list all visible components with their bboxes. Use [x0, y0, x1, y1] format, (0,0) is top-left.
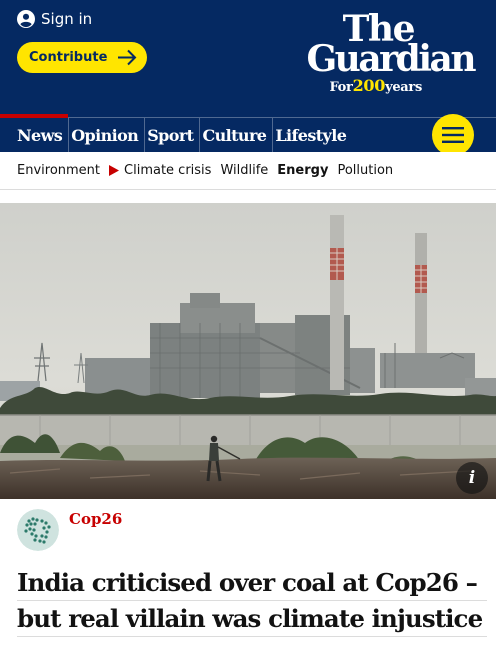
pillar-culture[interactable]: Culture [200, 118, 274, 152]
pillar-opinion[interactable]: Opinion [69, 118, 146, 152]
section-subnav: Environment Climate crisis Wildlife Ener… [0, 152, 496, 190]
subnav-wildlife[interactable]: Wildlife [220, 163, 268, 178]
series-label[interactable]: Cop26 [69, 510, 122, 528]
pillar-news-label: News [17, 125, 63, 145]
contribute-label: Contribute [29, 50, 108, 65]
pillar-lifestyle-label: Lifestyle [275, 125, 347, 145]
sign-in-link[interactable]: Sign in [17, 8, 92, 30]
logo-tagline-number: 200 [352, 76, 386, 95]
logo-tagline-prefix: For [329, 80, 353, 95]
subnav-pollution[interactable]: Pollution [337, 163, 393, 178]
headline-line-2: but real villain was climate injustice [17, 601, 487, 637]
pillar-sport-label: Sport [147, 125, 194, 145]
triangle-right-icon [109, 165, 120, 176]
pillar-opinion-label: Opinion [71, 125, 139, 145]
subnav-climate-crisis[interactable]: Climate crisis [124, 163, 211, 178]
pillar-sport[interactable]: Sport [145, 118, 201, 152]
cop26-series-icon[interactable] [17, 509, 59, 551]
guardian-logo[interactable]: The Guardian For200years [274, 10, 476, 95]
pillar-culture-label: Culture [202, 125, 267, 145]
pillar-news[interactable]: News [0, 114, 70, 152]
pillar-nav: News Opinion Sport Culture Lifestyle [0, 114, 496, 152]
logo-tagline: For200years [329, 76, 422, 95]
site-header: Sign in Contribute The Guardian For200ye… [0, 0, 496, 152]
contribute-button[interactable]: Contribute [17, 42, 147, 73]
globe-icon [17, 509, 59, 551]
coal-power-plant-photo [0, 203, 496, 499]
arrow-right-icon [118, 49, 137, 66]
user-icon [17, 10, 35, 28]
article-headline[interactable]: India criticised over coal at Cop26 – bu… [17, 565, 487, 637]
image-info-button[interactable]: i [456, 462, 488, 494]
hamburger-icon [442, 127, 464, 143]
hero-image [0, 203, 496, 499]
logo-guardian: Guardian [306, 38, 476, 80]
headline-line-1: India criticised over coal at Cop26 – [17, 565, 487, 601]
menu-button[interactable] [432, 114, 474, 156]
sign-in-label: Sign in [41, 10, 93, 28]
subnav-environment[interactable]: Environment [17, 163, 100, 178]
subnav-energy[interactable]: Energy [277, 163, 328, 178]
pillar-lifestyle[interactable]: Lifestyle [273, 118, 352, 152]
logo-tagline-suffix: years [385, 80, 422, 95]
info-icon: i [468, 468, 476, 488]
